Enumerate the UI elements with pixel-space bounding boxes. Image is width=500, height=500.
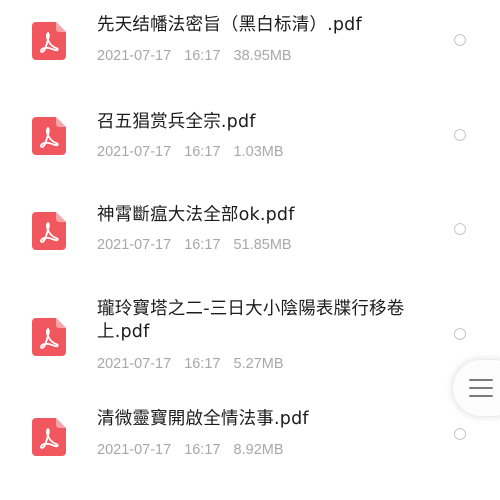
file-date: 2021-07-17 [97,48,172,64]
file-size: 5.27MB [233,356,284,372]
file-size: 1.03MB [233,144,284,160]
file-date: 2021-07-17 [97,237,172,253]
file-name: 瓏玲寶塔之二-三日大小陰陽表牒行移卷上.pdf [97,299,405,342]
pdf-file-icon [32,212,66,250]
file-time: 16:17 [184,48,221,64]
file-date: 2021-07-17 [97,442,172,458]
select-radio[interactable] [454,428,466,440]
file-date: 2021-07-17 [97,356,172,372]
pdf-file-icon [32,418,66,456]
file-name: 先天结幡法密旨（黑白标清）.pdf [97,15,362,35]
file-meta: 2021-07-17 16:17 8.92MB [97,442,284,458]
file-list: 先天结幡法密旨（黑白标清）.pdf 2021-07-17 16:17 38.95… [0,0,500,500]
file-row[interactable]: 神霄斷瘟大法全部ok.pdf 2021-07-17 16:17 51.85MB [0,190,500,280]
file-meta: 2021-07-17 16:17 5.27MB [97,356,284,372]
pdf-file-icon [32,318,66,356]
file-row[interactable]: 先天结幡法密旨（黑白标清）.pdf 2021-07-17 16:17 38.95… [0,0,500,90]
select-radio[interactable] [454,129,466,141]
file-row[interactable]: 召五猖赏兵全宗.pdf 2021-07-17 16:17 1.03MB [0,95,500,185]
select-radio[interactable] [454,223,466,235]
file-size: 51.85MB [233,237,292,253]
file-size: 8.92MB [233,442,284,458]
file-meta: 2021-07-17 16:17 38.95MB [97,48,292,64]
pdf-file-icon [32,22,66,60]
file-time: 16:17 [184,237,221,253]
file-time: 16:17 [184,442,221,458]
file-meta: 2021-07-17 16:17 51.85MB [97,237,292,253]
file-date: 2021-07-17 [97,144,172,160]
file-name: 神霄斷瘟大法全部ok.pdf [97,205,295,225]
pdf-file-icon [32,117,66,155]
file-time: 16:17 [184,144,221,160]
select-radio[interactable] [454,34,466,46]
file-name: 清微靈寶開啟全情法事.pdf [97,409,309,429]
file-row[interactable]: 瓏玲寶塔之二-三日大小陰陽表牒行移卷上.pdf 2021-07-17 16:17… [0,290,500,385]
file-time: 16:17 [184,356,221,372]
file-name: 召五猖赏兵全宗.pdf [97,112,256,132]
file-meta: 2021-07-17 16:17 1.03MB [97,144,284,160]
select-radio[interactable] [454,328,466,340]
file-size: 38.95MB [233,48,292,64]
file-row[interactable]: 清微靈寶開啟全情法事.pdf 2021-07-17 16:17 8.92MB [0,395,500,495]
